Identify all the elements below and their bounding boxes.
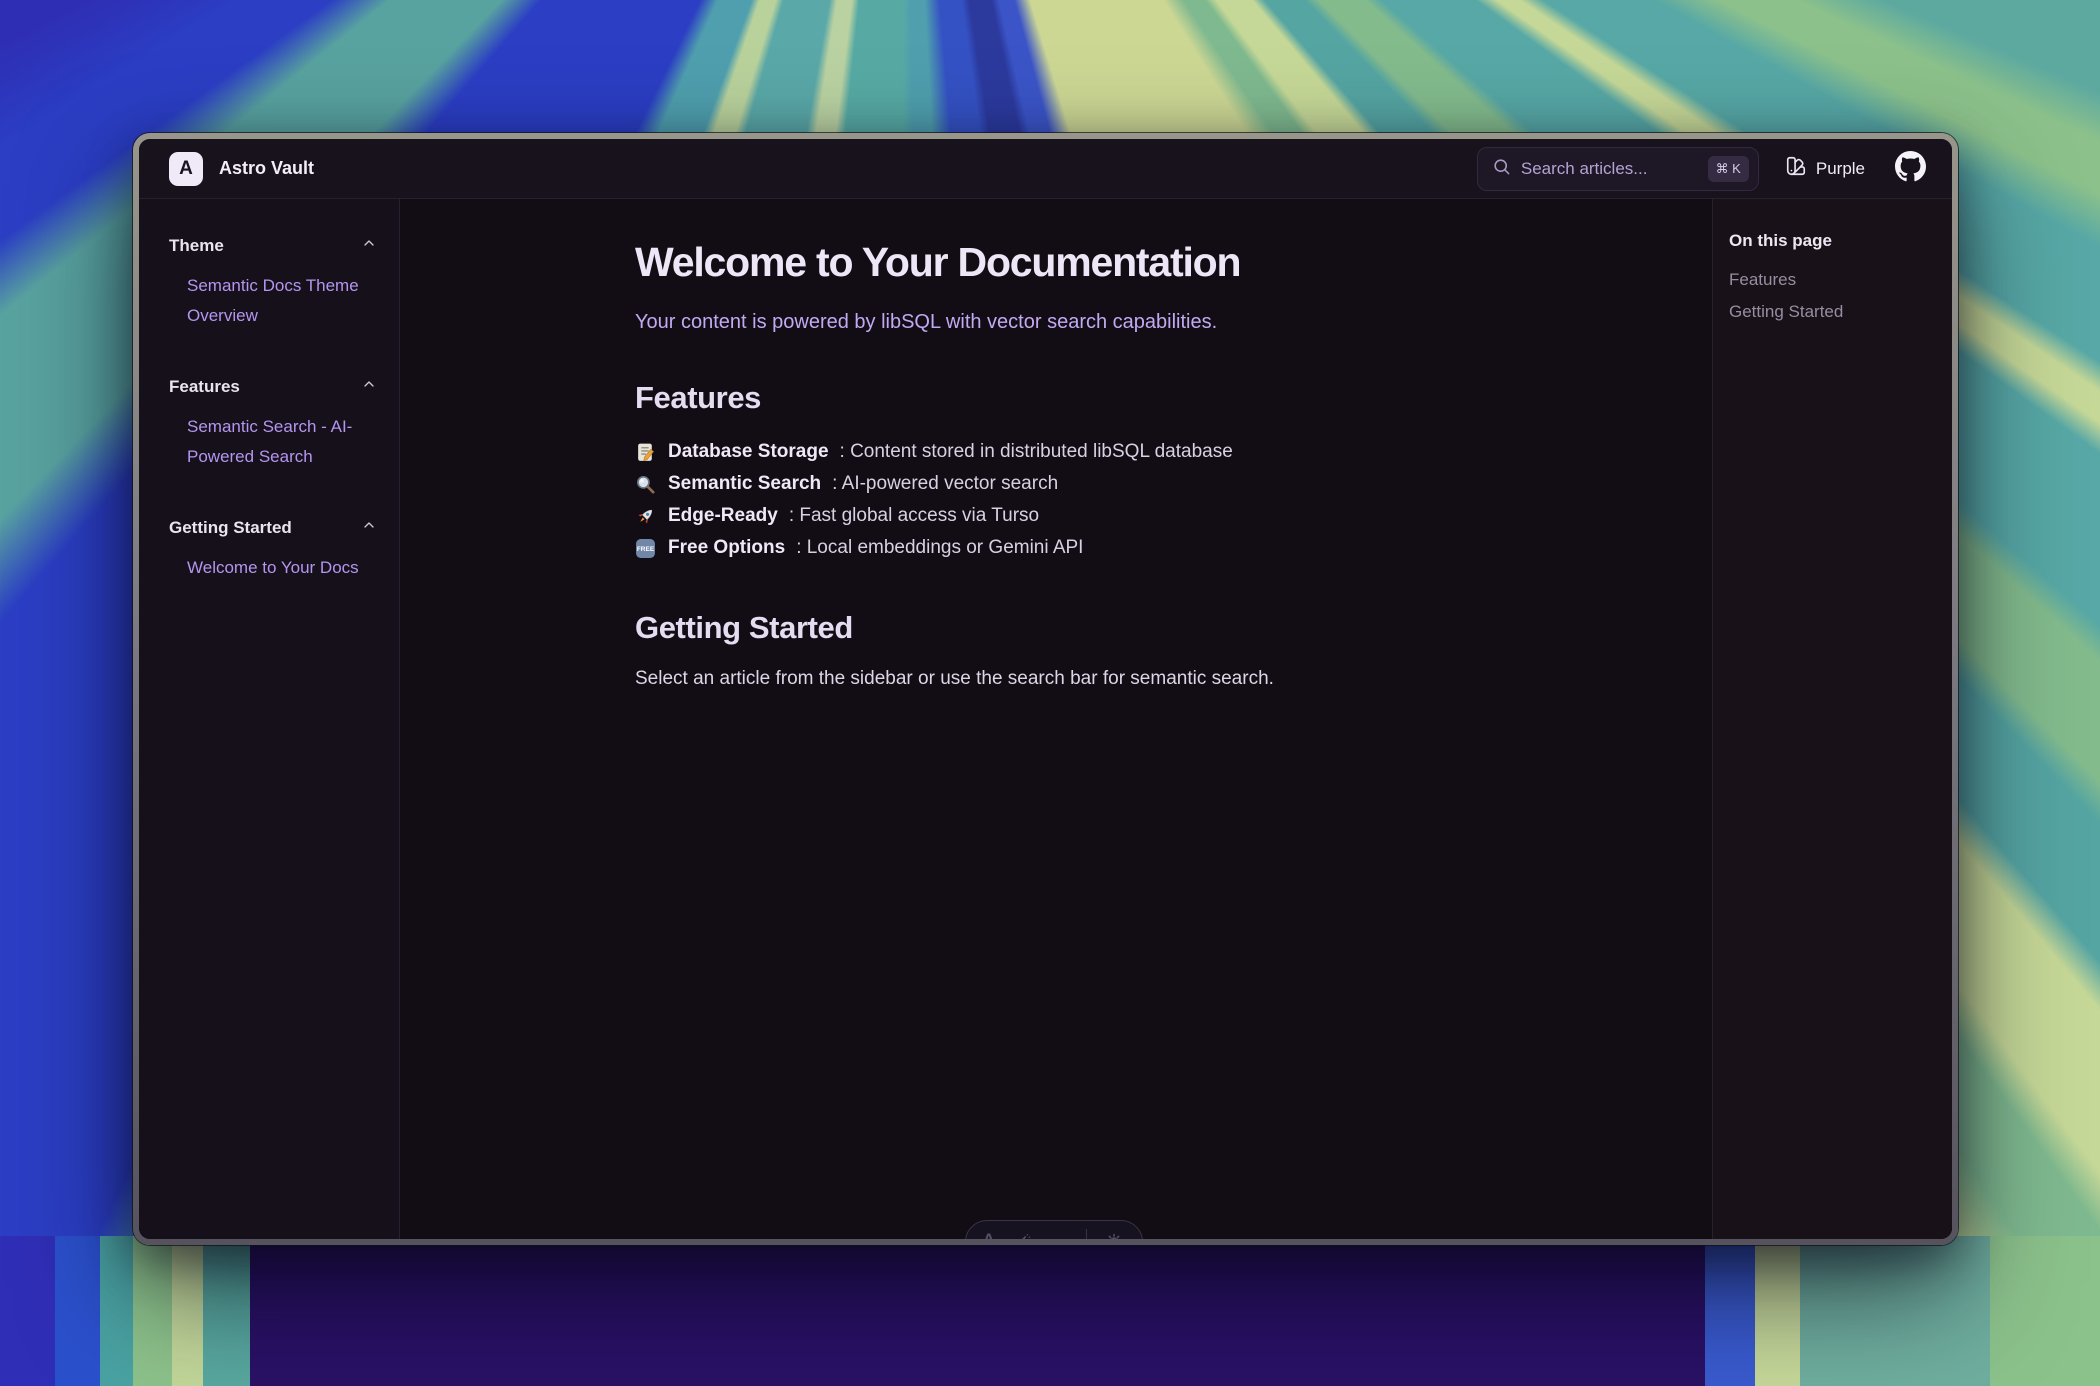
feature-text: : Local embeddings or Gemini API [796,537,1083,559]
minus-icon[interactable] [1049,1231,1069,1239]
window-body: Theme Semantic Docs Theme Overview Featu… [139,199,1952,1239]
settings-gear-icon[interactable] [1104,1231,1124,1239]
sidebar-section-theme: Theme Semantic Docs Theme Overview [169,235,377,331]
list-item: Database Storage : Content stored in dis… [635,436,1672,468]
magnifier-icon [635,473,657,495]
sidebar: Theme Semantic Docs Theme Overview Featu… [139,199,400,1239]
search-shortcut-badge: ⌘ K [1708,156,1749,182]
list-item: Edge-Ready : Fast global access via Turs… [635,500,1672,532]
feature-text: : AI-powered vector search [832,473,1058,495]
search-icon [1492,157,1511,181]
search-box[interactable]: ⌘ K [1477,147,1759,191]
app-window: A Astro Vault ⌘ K Purple [133,133,1958,1245]
github-icon [1895,151,1926,187]
feature-label: Semantic Search [668,473,821,495]
app-title: Astro Vault [219,158,314,179]
free-badge-text: FREE [637,546,655,553]
page-subtitle: Your content is powered by libSQL with v… [635,311,1672,334]
page-title: Welcome to Your Documentation [635,239,1672,286]
sidebar-section-getting-started-header[interactable]: Getting Started [169,517,377,538]
sidebar-link-semantic-docs-theme-overview[interactable]: Semantic Docs Theme Overview [187,271,369,331]
highlighter-icon[interactable] [1012,1231,1032,1239]
sidebar-section-theme-header[interactable]: Theme [169,235,377,256]
sidebar-link-semantic-search[interactable]: Semantic Search - AI-Powered Search [187,412,369,472]
free-badge-icon: FREE [635,537,657,559]
toolbar-divider [1086,1229,1088,1239]
features-heading: Features [635,380,1672,416]
swatch-book-icon [1785,155,1807,182]
getting-started-heading: Getting Started [635,610,1672,646]
feature-label: Database Storage [668,441,829,463]
rocket-icon [635,505,657,527]
desktop-wallpaper-bottom [0,1236,2100,1386]
sidebar-section-title: Theme [169,236,224,256]
sidebar-section-title: Getting Started [169,518,292,538]
feature-text: : Content stored in distributed libSQL d… [840,441,1233,463]
sidebar-section-features-header[interactable]: Features [169,376,377,397]
feature-label: Free Options [668,537,785,559]
getting-started-paragraph: Select an article from the sidebar or us… [635,668,1672,690]
toc-link-getting-started[interactable]: Getting Started [1729,302,1934,322]
theme-button-label: Purple [1816,159,1865,179]
sidebar-section-features: Features Semantic Search - AI-Powered Se… [169,376,377,472]
font-size-icon[interactable]: A [983,1231,995,1239]
list-item: FREE Free Options : Local embeddings or … [635,532,1672,564]
app-window-inner: A Astro Vault ⌘ K Purple [139,139,1952,1239]
chevron-up-icon [361,235,377,256]
chevron-up-icon [361,376,377,397]
sidebar-section-title: Features [169,377,240,397]
main-content: Welcome to Your Documentation Your conte… [400,199,1712,1239]
feature-text: : Fast global access via Turso [789,505,1039,527]
chevron-up-icon [361,517,377,538]
app-logo-letter: A [179,158,193,180]
sidebar-section-getting-started: Getting Started Welcome to Your Docs [169,517,377,583]
toc-link-features[interactable]: Features [1729,270,1934,290]
github-link[interactable] [1895,151,1926,187]
features-list: Database Storage : Content stored in dis… [635,436,1672,564]
on-this-page-title: On this page [1729,231,1934,251]
feature-label: Edge-Ready [668,505,778,527]
memo-icon [635,441,657,463]
theme-button[interactable]: Purple [1785,155,1865,182]
top-bar: A Astro Vault ⌘ K Purple [139,139,1952,199]
app-logo: A [169,152,203,186]
search-input[interactable] [1521,159,1698,179]
sidebar-link-welcome-to-your-docs[interactable]: Welcome to Your Docs [187,553,369,583]
floating-toolbar: A [965,1220,1143,1239]
list-item: Semantic Search : AI-powered vector sear… [635,468,1672,500]
on-this-page-panel: On this page Features Getting Started [1712,199,1952,1239]
